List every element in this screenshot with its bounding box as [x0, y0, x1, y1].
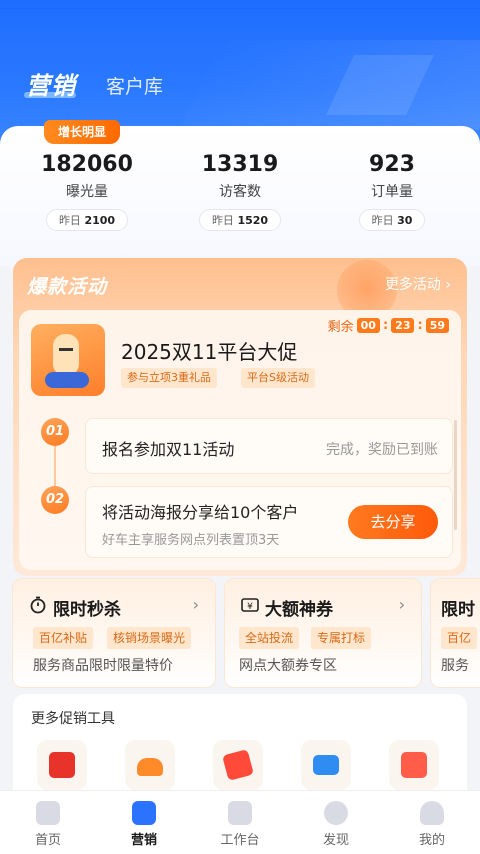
nav-marketing[interactable]: 营销 [96, 791, 192, 854]
step-share: 将活动海报分享给10个客户 好车主享服务网点列表置顶3天 去分享 [85, 486, 453, 558]
step-register: 报名参加双11活动 完成，奖励已到账 [85, 418, 453, 474]
stat-yesterday: 昨日 30 [358, 209, 426, 231]
tab-customer-library[interactable]: 客户库 [106, 72, 163, 99]
discount-ticket-icon[interactable] [213, 740, 263, 790]
stopwatch-icon [30, 596, 46, 614]
stat-yesterday: 昨日 2100 [45, 209, 129, 231]
promo-image [31, 324, 105, 396]
nav-label: 工作台 [220, 833, 260, 848]
stats-card: 增长明显 182060 曝光量 昨日 2100 13319 访客数 昨日 152… [0, 120, 480, 266]
marketing-icon [132, 801, 156, 825]
countdown-minutes: 23 [391, 318, 415, 333]
nav-discover[interactable]: 发现 [288, 791, 384, 854]
tools-title: 更多促销工具 [31, 711, 115, 727]
nav-profile[interactable]: 我的 [384, 791, 480, 854]
tab-marketing[interactable]: 营销 [26, 66, 76, 101]
stat-orders[interactable]: 923 订单量 昨日 30 [317, 152, 467, 231]
card-tag: 百亿 [441, 627, 478, 649]
card-icon[interactable] [301, 740, 351, 790]
more-activities-link[interactable]: 更多活动 › [385, 274, 451, 294]
stat-label: 订单量 [371, 184, 413, 200]
countdown-seconds: 59 [425, 318, 449, 333]
step-subtext: 好车主享服务网点列表置顶3天 [102, 533, 280, 548]
card-desc: 服务 [441, 658, 469, 674]
section-title: 爆款活动 [27, 276, 108, 298]
step-text: 报名参加双11活动 [102, 440, 235, 459]
flash-sale-card[interactable]: 限时秒杀 › 百亿补贴 核销场景曝光 服务商品限时限量特价 [12, 578, 216, 688]
stat-value: 923 [369, 152, 415, 177]
card-tag: 专属打标 [311, 627, 372, 649]
countdown-hours: 00 [356, 318, 380, 333]
step-text: 将活动海报分享给10个客户 [102, 503, 299, 522]
bottom-nav: 首页 营销 工作台 发现 我的 [0, 790, 480, 854]
card-title: 限时 [441, 600, 475, 620]
card-desc: 网点大额券专区 [239, 658, 337, 674]
stat-visitors[interactable]: 13319 访客数 昨日 1520 [165, 152, 315, 231]
step-number: 02 [41, 486, 69, 514]
car-icon[interactable] [125, 740, 175, 790]
workbench-icon [228, 801, 252, 825]
card-title: 大额神券 [265, 600, 333, 620]
svg-text:¥: ¥ [247, 602, 253, 612]
card-tag: 全站投流 [239, 627, 300, 649]
promo-card[interactable]: 剩余 00 : 23 : 59 2025双11平台大促 参与立项3重礼品 平台S… [19, 310, 461, 570]
discover-icon [324, 801, 348, 825]
countdown-timer: 剩余 00 : 23 : 59 [328, 316, 449, 335]
coupon-icon: ¥ [241, 598, 259, 612]
stat-exposure[interactable]: 182060 曝光量 昨日 2100 [12, 152, 162, 231]
nav-label: 首页 [34, 833, 61, 848]
nav-label: 我的 [418, 833, 445, 848]
card-tag: 百亿补贴 [33, 627, 94, 649]
promo-title: 2025双11平台大促 [121, 340, 298, 364]
card-title: 限时秒杀 [53, 600, 121, 620]
stat-value: 13319 [201, 152, 279, 177]
stat-label: 曝光量 [66, 184, 108, 200]
header-decoration [179, 40, 480, 130]
countdown-label: 剩余 [327, 320, 354, 335]
stat-yesterday: 昨日 1520 [198, 209, 282, 231]
partial-card[interactable]: 限时 百亿 服务 [430, 578, 480, 688]
chevron-right-icon: › [192, 595, 199, 614]
nav-label: 营销 [130, 833, 157, 848]
stat-value: 182060 [41, 152, 133, 177]
card-tag: 核销场景曝光 [107, 627, 192, 649]
promo-tag: 平台S级活动 [241, 368, 315, 388]
home-icon [36, 801, 60, 825]
step-number: 01 [41, 418, 69, 446]
card-desc: 服务商品限时限量特价 [33, 658, 173, 674]
hot-activity-section: 爆款活动 更多活动 › 剩余 00 : 23 : 59 2025双11平台大促 … [13, 258, 467, 576]
nav-label: 发现 [322, 833, 349, 848]
coupon-card[interactable]: ¥ 大额神券 › 全站投流 专属打标 网点大额券专区 [224, 578, 422, 688]
store-icon[interactable] [389, 740, 439, 790]
share-button[interactable]: 去分享 [348, 505, 438, 539]
stat-label: 访客数 [219, 184, 261, 200]
red-envelope-icon[interactable] [37, 740, 87, 790]
scrollbar[interactable] [454, 420, 457, 530]
step-status: 完成，奖励已到账 [326, 442, 438, 458]
growth-badge: 增长明显 [44, 120, 121, 144]
promo-tag: 参与立项3重礼品 [121, 368, 217, 388]
more-tools-section: 更多促销工具 [13, 694, 467, 794]
profile-icon [420, 801, 444, 825]
nav-home[interactable]: 首页 [0, 791, 96, 854]
chevron-right-icon: › [398, 595, 405, 614]
nav-workbench[interactable]: 工作台 [192, 791, 288, 854]
